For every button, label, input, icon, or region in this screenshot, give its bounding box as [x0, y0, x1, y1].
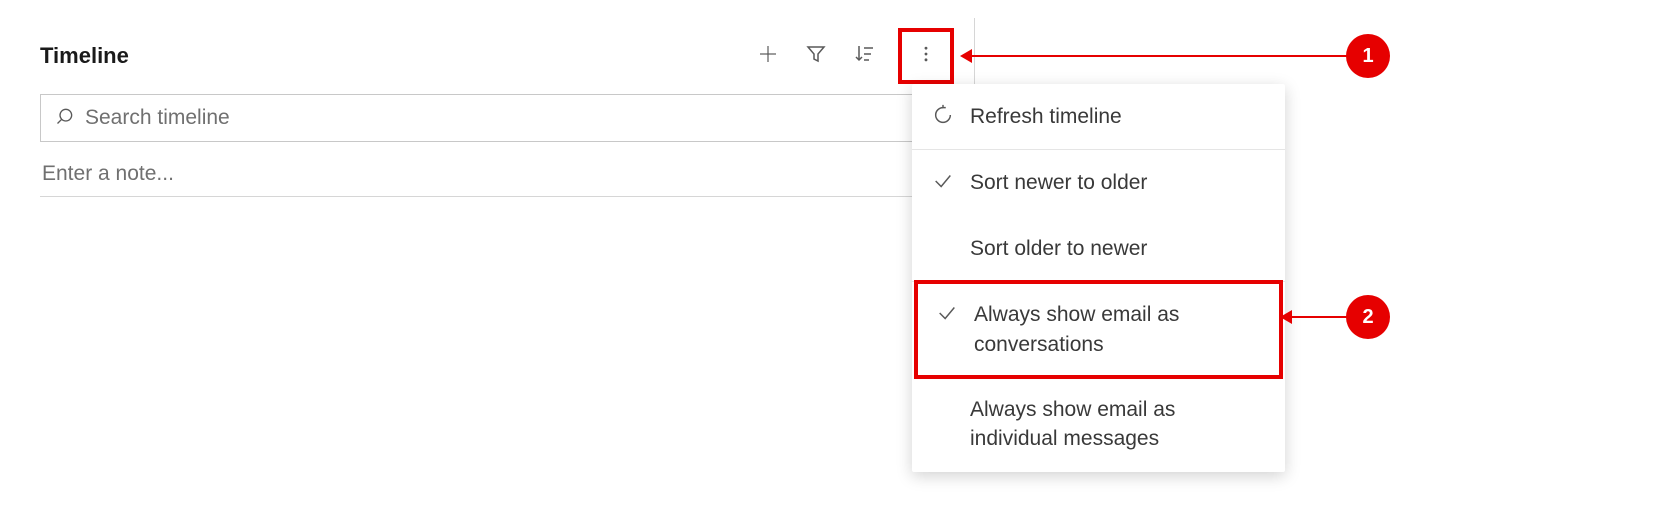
- empty-icon: [930, 234, 956, 236]
- menu-section-sort: Sort newer to older Sort older to newer: [912, 150, 1285, 282]
- callout-line: [968, 55, 1352, 57]
- more-vertical-icon: [916, 44, 936, 69]
- menu-item-email-conversations[interactable]: Always show email as conversations: [918, 284, 1279, 375]
- menu-item-sort-newer[interactable]: Sort newer to older: [912, 150, 1285, 215]
- sort-button[interactable]: [846, 38, 882, 74]
- search-container[interactable]: [40, 94, 954, 142]
- check-icon: [930, 168, 956, 192]
- callout-badge-2: 2: [1346, 295, 1390, 339]
- menu-section-refresh: Refresh timeline: [912, 84, 1285, 150]
- note-row[interactable]: [40, 162, 954, 197]
- more-commands-menu: Refresh timeline Sort newer to older Sor…: [912, 84, 1285, 472]
- add-button[interactable]: [750, 38, 786, 74]
- search-input[interactable]: [85, 106, 939, 130]
- timeline-panel: Timeline: [20, 18, 975, 468]
- menu-item-label: Sort newer to older: [970, 168, 1147, 197]
- menu-item-label: Always show email as conversations: [974, 300, 1263, 359]
- timeline-toolbar: [750, 28, 954, 84]
- menu-item-sort-older[interactable]: Sort older to newer: [912, 216, 1285, 281]
- plus-icon: [756, 42, 780, 71]
- menu-item-email-individual[interactable]: Always show email as individual messages: [912, 377, 1285, 472]
- filter-button[interactable]: [798, 38, 834, 74]
- sort-icon: [852, 42, 876, 71]
- empty-icon: [930, 395, 956, 397]
- menu-item-label: Always show email as individual messages: [970, 395, 1267, 454]
- callout-badge-1: 1: [1346, 34, 1390, 78]
- search-icon: [55, 106, 85, 131]
- menu-item-label: Refresh timeline: [970, 102, 1122, 131]
- check-icon: [934, 300, 960, 324]
- highlighted-menu-item: Always show email as conversations: [914, 280, 1283, 379]
- callout-line: [1288, 316, 1352, 318]
- timeline-header: Timeline: [40, 36, 954, 76]
- refresh-icon: [930, 102, 956, 126]
- menu-item-refresh[interactable]: Refresh timeline: [912, 84, 1285, 149]
- more-commands-button[interactable]: [898, 28, 954, 84]
- timeline-title: Timeline: [40, 43, 129, 69]
- menu-section-email: Always show email as conversations Alway…: [912, 280, 1285, 472]
- menu-item-label: Sort older to newer: [970, 234, 1147, 263]
- filter-icon: [804, 42, 828, 71]
- note-input[interactable]: [42, 162, 952, 186]
